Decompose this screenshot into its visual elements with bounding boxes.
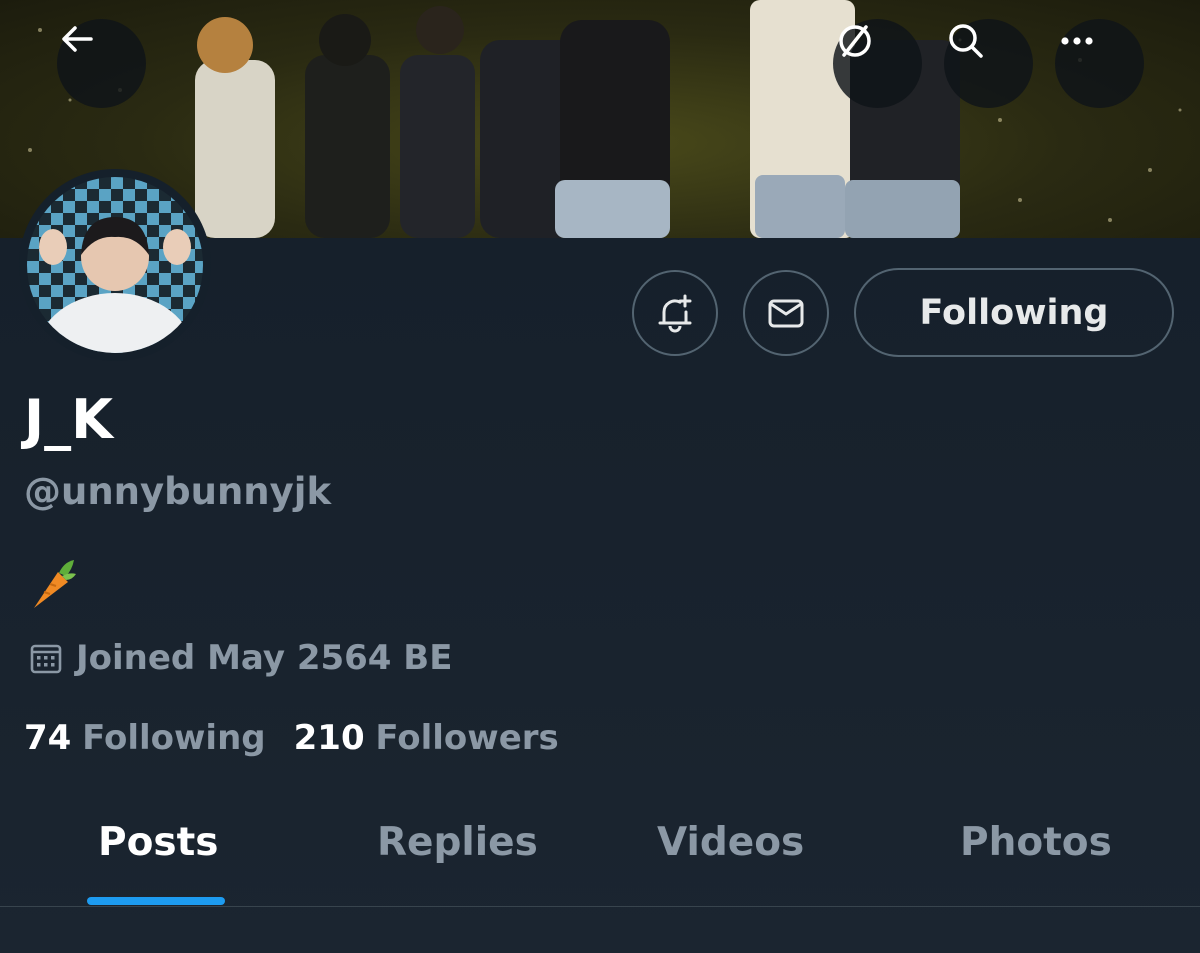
avatar[interactable] xyxy=(19,169,211,361)
follow-stats: 74 Following 210 Followers xyxy=(24,718,559,758)
back-button[interactable] xyxy=(57,19,146,108)
search-icon xyxy=(949,24,983,58)
carrot-icon xyxy=(34,560,76,608)
no-sign-icon xyxy=(839,25,871,57)
display-name: J_K xyxy=(24,388,113,451)
search-button[interactable] xyxy=(944,19,1033,108)
followers-label: Followers xyxy=(375,718,559,758)
following-button[interactable]: Following xyxy=(854,268,1174,357)
following-button-label: Following xyxy=(919,292,1109,333)
joined-date: Joined May 2564 BE xyxy=(28,638,452,678)
mail-icon xyxy=(768,299,804,328)
following-stat[interactable]: 74 Following xyxy=(24,718,266,758)
joined-text: Joined May 2564 BE xyxy=(76,638,453,678)
followers-count: 210 xyxy=(293,718,365,758)
following-count: 74 xyxy=(24,718,72,758)
tab-videos[interactable]: Videos xyxy=(657,820,804,865)
bell-plus-icon xyxy=(658,294,692,333)
mute-button[interactable] xyxy=(833,19,922,108)
user-handle: @unnybunnyjk xyxy=(24,470,332,513)
following-label: Following xyxy=(82,718,266,758)
more-horizontal-icon xyxy=(1061,37,1093,45)
arrow-left-icon xyxy=(62,26,93,52)
tab-photos[interactable]: Photos xyxy=(960,820,1112,865)
calendar-icon xyxy=(30,644,62,674)
active-tab-indicator xyxy=(87,897,225,905)
profile-tabs: Posts Replies Videos Photos xyxy=(0,800,1200,907)
more-button[interactable] xyxy=(1055,19,1144,108)
tab-posts[interactable]: Posts xyxy=(98,820,218,865)
notify-button[interactable] xyxy=(632,270,718,356)
tab-replies[interactable]: Replies xyxy=(377,820,538,865)
avatar-photo xyxy=(27,177,203,353)
message-button[interactable] xyxy=(743,270,829,356)
followers-stat[interactable]: 210 Followers xyxy=(294,718,559,758)
bio: 🥕 xyxy=(28,556,78,616)
